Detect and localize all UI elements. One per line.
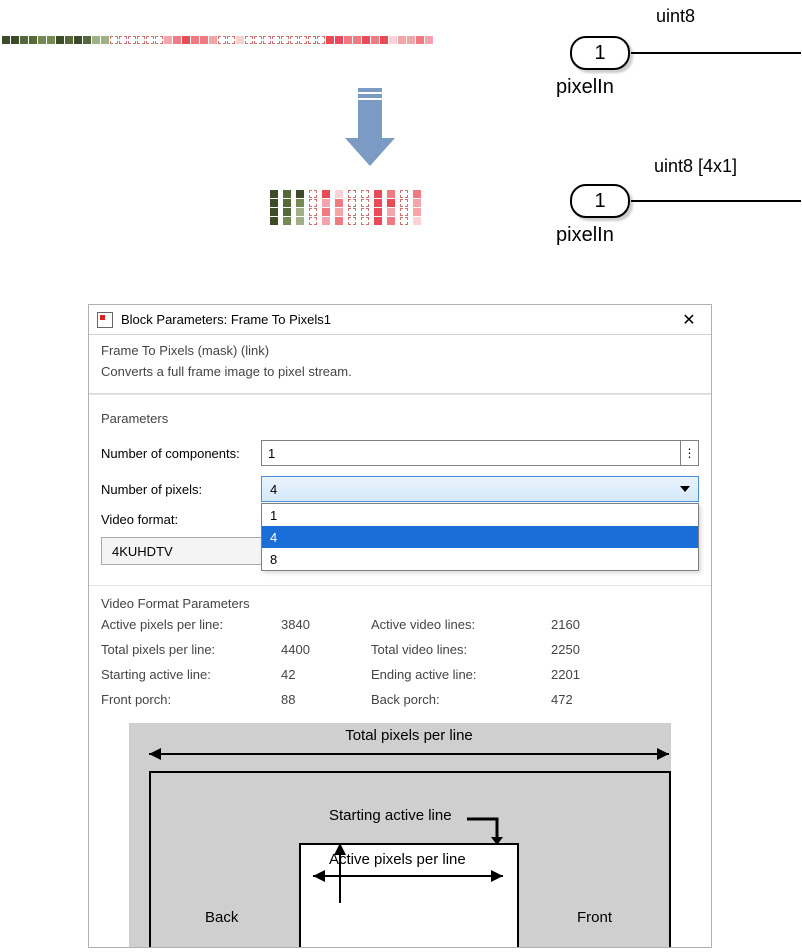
vfp-value: 2250 <box>551 642 631 657</box>
vfp-label: Total video lines: <box>371 642 541 657</box>
vfp-label: Total pixels per line: <box>101 642 271 657</box>
num-pixels-label: Number of pixels: <box>101 482 261 497</box>
video-format-label: Video format: <box>101 512 261 527</box>
vfp-section-title: Video Format Parameters <box>101 586 699 617</box>
inport-number: 1 <box>594 42 605 65</box>
signal-wire <box>631 200 801 202</box>
mask-title: Frame To Pixels (mask) (link) <box>101 343 699 358</box>
diagram-back-porch-label: Back <box>205 909 238 926</box>
num-components-input[interactable] <box>261 440 681 466</box>
vfp-value: 4400 <box>281 642 361 657</box>
pixel-strip-4xN <box>270 190 421 225</box>
simulink-block-icon <box>97 312 113 328</box>
inport-pixelin-2[interactable]: 1 <box>570 184 630 218</box>
diagram-arrow-icon <box>467 815 507 845</box>
mask-help: Converts a full frame image to pixel str… <box>101 364 699 379</box>
vfp-label: Ending active line: <box>371 667 541 682</box>
num-components-label: Number of components: <box>101 446 261 461</box>
vfp-label: Active pixels per line: <box>101 617 271 632</box>
vfp-label: Starting active line: <box>101 667 271 682</box>
vfp-label: Active video lines: <box>371 617 541 632</box>
vfp-value: 42 <box>281 667 361 682</box>
num-pixels-option[interactable]: 4 <box>262 526 698 548</box>
inport-pixelin-1[interactable]: 1 <box>570 36 630 70</box>
signal-datatype: uint8 <box>656 6 695 27</box>
diagram-starting-active-label: Starting active line <box>329 807 452 824</box>
parameters-section-title: Parameters <box>101 401 699 430</box>
dialog-titlebar: Block Parameters: Frame To Pixels1 ✕ <box>89 305 711 335</box>
diagram-arrow-h <box>149 753 669 755</box>
vfp-value: 2201 <box>551 667 631 682</box>
vfp-label: Back porch: <box>371 692 541 707</box>
num-pixels-option-list: 1 4 8 <box>261 503 699 571</box>
chevron-down-icon <box>680 486 690 492</box>
block-parameters-dialog: Block Parameters: Frame To Pixels1 ✕ Fra… <box>88 304 712 948</box>
vfp-value: 2160 <box>551 617 631 632</box>
num-pixels-value: 4 <box>270 482 277 497</box>
frame-geometry-diagram: Total pixels per line Starting active li… <box>129 723 671 948</box>
num-pixels-dropdown[interactable]: 4 1 4 8 <box>261 476 699 502</box>
dialog-title: Block Parameters: Frame To Pixels1 <box>121 312 331 327</box>
diagram-arrow-h <box>313 875 503 877</box>
diagram-total-pixels-label: Total pixels per line <box>129 727 689 744</box>
vfp-grid: Active pixels per line: 3840 Active vide… <box>101 617 699 707</box>
inport-name: pixelIn <box>556 76 614 99</box>
mask-description: Frame To Pixels (mask) (link) Converts a… <box>89 335 711 394</box>
diagram-active-pixels-label: Active pixels per line <box>329 851 466 868</box>
num-pixels-option[interactable]: 1 <box>262 504 698 526</box>
close-icon[interactable]: ✕ <box>675 310 703 330</box>
num-pixels-option[interactable]: 8 <box>262 548 698 570</box>
inport-number: 1 <box>594 190 605 213</box>
num-components-more-button[interactable]: ⋮ <box>681 440 699 466</box>
vfp-value: 88 <box>281 692 361 707</box>
diagram-front-porch-label: Front <box>577 909 612 926</box>
transform-arrow-icon <box>340 88 400 168</box>
inport-name: pixelIn <box>556 224 614 247</box>
pixel-strip-1d <box>2 36 433 44</box>
vfp-value: 3840 <box>281 617 361 632</box>
vfp-value: 472 <box>551 692 631 707</box>
signal-wire <box>631 52 801 54</box>
vfp-label: Front porch: <box>101 692 271 707</box>
signal-datatype: uint8 [4x1] <box>654 156 737 177</box>
